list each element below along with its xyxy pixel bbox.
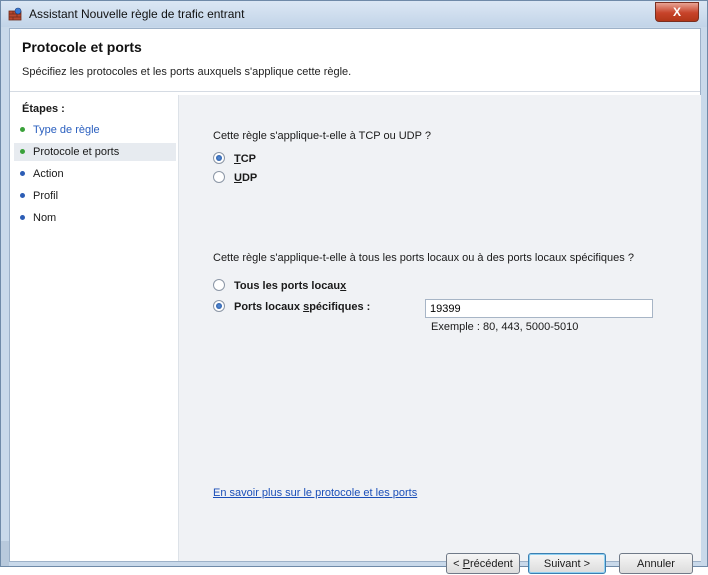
step-label: Profil	[33, 190, 59, 202]
page-subtitle: Spécifiez les protocoles et les ports au…	[22, 66, 352, 78]
tcp-radio[interactable]	[213, 152, 225, 165]
previous-button[interactable]: < Précédent	[446, 553, 520, 574]
wizard-window: Assistant Nouvelle règle de trafic entra…	[0, 0, 708, 574]
all-ports-radio-option[interactable]: Tous les ports locaux	[213, 279, 346, 292]
step-dot-icon	[20, 149, 25, 155]
next-button[interactable]: Suivant >	[528, 553, 606, 574]
steps-label: Étapes :	[22, 103, 65, 115]
specific-ports-radio-option[interactable]: Ports locaux spécifiques :	[213, 300, 370, 313]
udp-radio[interactable]	[213, 171, 225, 184]
firewall-shield-icon	[8, 7, 22, 21]
protocol-question: Cette règle s'applique-t-elle à TCP ou U…	[213, 130, 431, 142]
all-ports-radio[interactable]	[213, 279, 225, 292]
steps-sidebar: Étapes : Type de règle Protocole et port…	[10, 97, 178, 561]
ports-question: Cette règle s'applique-t-elle à tous les…	[213, 252, 634, 264]
step-profile[interactable]: Profil	[14, 187, 176, 205]
step-name[interactable]: Nom	[14, 209, 176, 227]
step-label: Nom	[33, 212, 57, 224]
udp-radio-option[interactable]: UDP	[213, 171, 257, 184]
close-button[interactable]: X	[655, 2, 699, 22]
step-label: Protocole et ports	[33, 146, 120, 158]
step-dot-icon	[20, 127, 25, 133]
step-dot-icon	[20, 171, 25, 177]
title-bar[interactable]: Assistant Nouvelle règle de trafic entra…	[1, 1, 707, 27]
wizard-header: Protocole et ports Spécifiez les protoco…	[10, 29, 700, 92]
page-title: Protocole et ports	[22, 39, 142, 55]
specific-ports-input[interactable]	[425, 299, 653, 318]
help-link[interactable]: En savoir plus sur le protocole et les p…	[213, 487, 417, 499]
cancel-button[interactable]: Annuler	[619, 553, 693, 574]
step-protocol-ports[interactable]: Protocole et ports	[14, 143, 176, 161]
specific-ports-radio[interactable]	[213, 300, 225, 313]
wizard-main: Cette règle s'applique-t-elle à TCP ou U…	[178, 95, 701, 574]
step-action[interactable]: Action	[14, 165, 176, 183]
step-rule-type[interactable]: Type de règle	[14, 121, 176, 139]
step-dot-icon	[20, 193, 25, 199]
ports-example: Exemple : 80, 443, 5000-5010	[431, 321, 579, 333]
step-label: Type de règle	[33, 124, 100, 136]
step-dot-icon	[20, 215, 25, 221]
window-title: Assistant Nouvelle règle de trafic entra…	[29, 7, 245, 21]
tcp-radio-option[interactable]: TCP	[213, 152, 256, 165]
window-border	[1, 541, 9, 566]
wizard-client: Protocole et ports Spécifiez les protoco…	[9, 28, 701, 574]
step-label: Action	[33, 168, 64, 180]
